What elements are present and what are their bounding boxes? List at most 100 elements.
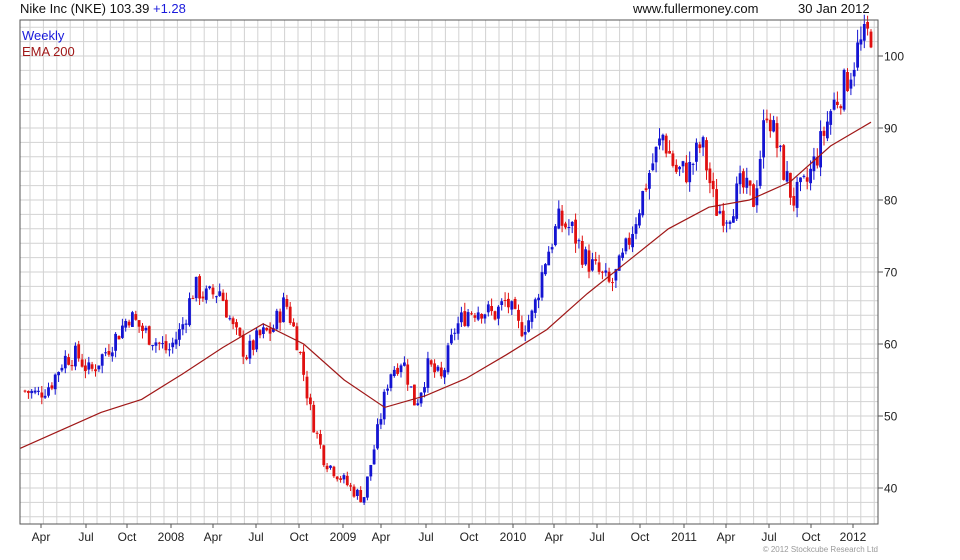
candle-body (785, 171, 789, 182)
candle-body (77, 344, 81, 359)
candle-body (221, 292, 225, 301)
candle-body (748, 180, 752, 186)
candle-body (463, 311, 467, 326)
candle-body (33, 390, 37, 393)
candle-body (627, 237, 631, 245)
candle-body (127, 321, 131, 326)
candle-body (295, 326, 299, 351)
candle-body (580, 241, 584, 265)
y-tick-label: 40 (884, 482, 898, 496)
candle-body (110, 352, 114, 357)
candle-body (168, 349, 171, 351)
candle-body (416, 403, 420, 406)
candle-body (654, 146, 658, 163)
candle-body (520, 322, 524, 337)
candle-body (738, 173, 742, 185)
x-tick-label: Apr (717, 530, 736, 544)
candle-body (466, 312, 470, 327)
candle-body (812, 156, 816, 172)
x-tick-label: Oct (631, 530, 650, 544)
candle-body (822, 130, 826, 136)
candle-body (27, 391, 30, 393)
candle-body (476, 312, 480, 320)
candle-body (533, 299, 537, 313)
candle-body (114, 333, 117, 351)
x-tick-label: Jul (418, 530, 433, 544)
candle-body (638, 213, 641, 226)
candle-body (486, 304, 490, 313)
candle-body (429, 360, 433, 365)
candle-body (792, 196, 796, 206)
x-tick-label: Oct (802, 530, 821, 544)
candle-body (758, 159, 762, 186)
candle-body (540, 272, 544, 298)
candle-body (262, 327, 265, 334)
candle-body (194, 276, 198, 299)
candle-body (859, 39, 863, 45)
y-tick-label: 100 (884, 50, 904, 64)
candle-body (802, 175, 806, 177)
candle-body (282, 297, 285, 323)
candle-body (231, 318, 235, 325)
candle-body (664, 135, 668, 154)
candle-body (141, 325, 144, 331)
candle-body (40, 392, 44, 398)
candle-body (204, 288, 208, 300)
candle-body (369, 465, 373, 477)
candle-body (225, 299, 228, 318)
candle-body (550, 247, 554, 250)
legend-label: EMA 200 (22, 44, 75, 59)
candle-body (711, 180, 715, 190)
candle-body (228, 318, 232, 320)
candle-body (507, 298, 510, 308)
candle-body (137, 320, 141, 327)
candle-body (325, 465, 329, 470)
candle-body (67, 357, 70, 365)
x-tick-label: 2012 (840, 530, 867, 544)
candle-body (674, 164, 678, 172)
candle-body (705, 140, 708, 171)
candle-body (742, 171, 745, 188)
candle-body (238, 327, 242, 336)
y-tick-label: 50 (884, 410, 898, 424)
x-tick-label: 2010 (500, 530, 527, 544)
candle-body (255, 330, 258, 350)
candle-body (725, 222, 728, 224)
candle-body (265, 327, 269, 331)
candle-body (392, 369, 396, 376)
candle-body (832, 99, 836, 110)
x-tick-label: Jul (589, 530, 604, 544)
candle-body (335, 476, 339, 480)
candle-body (97, 365, 101, 370)
candle-body (426, 358, 430, 388)
candle-body (43, 395, 47, 398)
candle-body (651, 163, 655, 170)
candle-body (278, 311, 282, 323)
candle-body (849, 79, 853, 89)
candle-body (715, 189, 718, 216)
candle-body (356, 489, 359, 496)
candle-body (382, 391, 386, 420)
candle-body (275, 310, 279, 329)
candle-body (752, 184, 755, 207)
candle-body (359, 490, 363, 503)
candle-body (332, 466, 336, 477)
candle-body (70, 365, 74, 367)
candle-body (298, 352, 302, 353)
candle-body (339, 478, 342, 480)
candle-body (362, 497, 366, 503)
candle-body (460, 312, 463, 323)
legend-label: Weekly (22, 28, 65, 43)
candle-body (63, 355, 67, 369)
candle-body (517, 309, 520, 321)
candle-body (503, 300, 507, 301)
candle-body (23, 390, 27, 392)
candle-body (856, 42, 859, 68)
candle-body (547, 251, 551, 266)
candle-body (641, 191, 645, 216)
candle-body (601, 271, 604, 273)
candle-body (423, 387, 426, 393)
candle-body (701, 137, 705, 148)
candle-body (235, 322, 238, 328)
candle-body (379, 419, 383, 425)
